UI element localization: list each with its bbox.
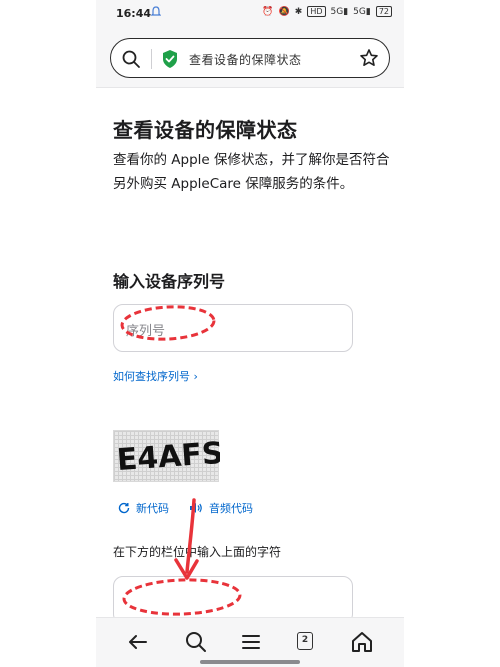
- captcha-instruction: 在下方的栏位中输入上面的字符: [113, 545, 282, 559]
- page-description: 查看你的 Apple 保修状态，并了解你是否符合另外购买 AppleCare 保…: [113, 152, 390, 192]
- captcha-glyphs: E4AFS: [116, 436, 220, 478]
- audio-code-label: 音频代码: [209, 502, 253, 515]
- tabs-count: 2: [297, 632, 313, 650]
- hd-badge: HD: [307, 6, 326, 17]
- page-title: 查看设备的保障状态: [113, 118, 298, 142]
- refresh-icon: [118, 502, 130, 514]
- menu-icon[interactable]: [239, 630, 263, 654]
- battery-icon: 72: [375, 6, 392, 17]
- serial-input[interactable]: 序列号: [113, 304, 353, 352]
- tabs-button[interactable]: 2: [294, 630, 318, 654]
- alarm-icon: ⏰: [262, 6, 274, 17]
- captcha-actions: 新代码 音频代码: [118, 500, 253, 516]
- status-icons: ⏰ 🔕 ✱ HD 5G▮ 5G▮ 72: [262, 6, 392, 17]
- signal-icon-1: 5G▮: [330, 6, 349, 17]
- home-indicator[interactable]: [200, 660, 300, 664]
- serial-label: 输入设备序列号: [113, 272, 226, 291]
- serial-placeholder: 序列号: [126, 324, 166, 339]
- address-bar[interactable]: 查看设备的保障状态: [110, 38, 390, 78]
- address-text[interactable]: 查看设备的保障状态: [189, 51, 302, 68]
- status-bar: 16:44 ⏰ 🔕 ✱ HD 5G▮ 5G▮ 72: [96, 0, 404, 26]
- captcha-image: E4AFS: [113, 430, 220, 482]
- status-time: 16:44: [116, 7, 152, 20]
- find-serial-link[interactable]: 如何查找序列号 ›: [113, 368, 198, 384]
- bookmark-star-icon[interactable]: [359, 48, 379, 68]
- bluetooth-icon: ✱: [294, 6, 303, 17]
- back-arrow-icon[interactable]: [126, 630, 150, 654]
- search-icon[interactable]: [121, 49, 141, 69]
- home-icon[interactable]: [350, 630, 374, 654]
- speaker-icon: [190, 503, 202, 513]
- new-code-button[interactable]: 新代码: [118, 500, 169, 516]
- audio-code-button[interactable]: 音频代码: [189, 500, 253, 516]
- silent-icon: 🔕: [278, 6, 290, 17]
- svg-text:E4AFS: E4AFS: [116, 436, 220, 478]
- browser-toolbar: 查看设备的保障状态: [96, 26, 404, 88]
- signal-icon-2: 5G▮: [353, 6, 371, 17]
- search-nav-icon[interactable]: [184, 630, 208, 654]
- secure-shield-icon: [163, 50, 177, 68]
- new-code-label: 新代码: [136, 502, 169, 515]
- phone-screen: 16:44 ⏰ 🔕 ✱ HD 5G▮ 5G▮ 72 查看设备的保障状态 查看设备…: [96, 0, 404, 667]
- notification-bell-icon: [151, 6, 161, 16]
- address-divider: [151, 49, 152, 69]
